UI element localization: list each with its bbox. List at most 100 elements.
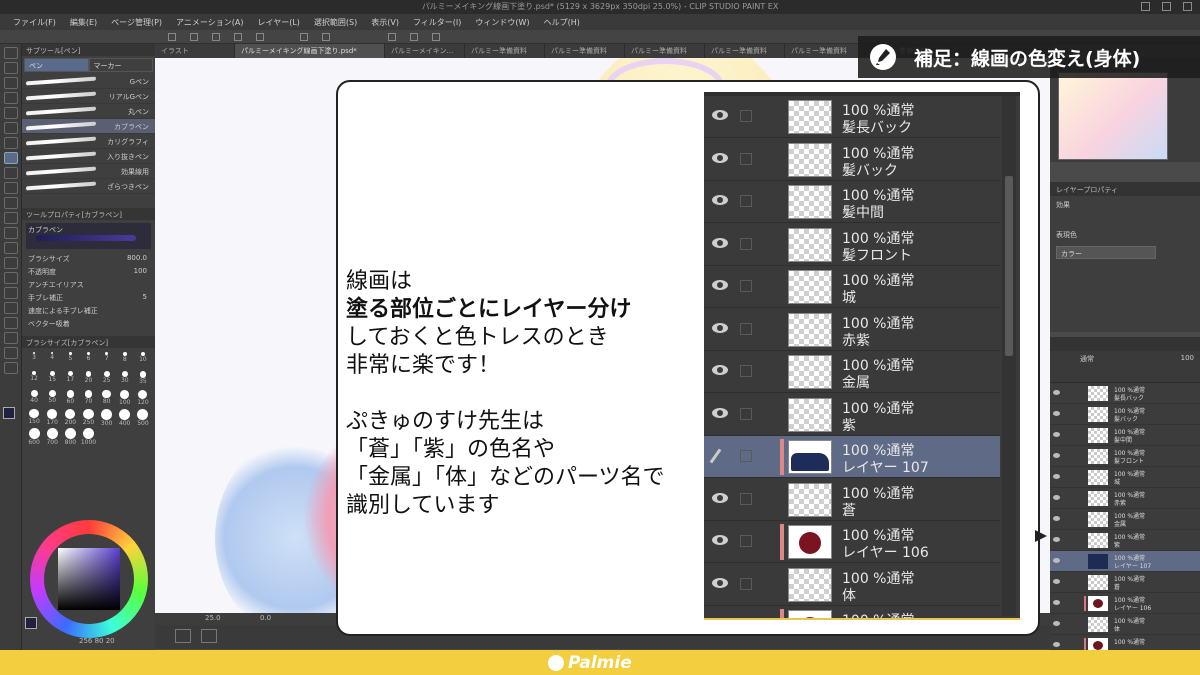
zoomed-layer-scrollbar[interactable] [1002,96,1016,616]
brush-size-preset[interactable]: 40 [26,390,42,407]
brush-size-preset[interactable]: 3 [26,352,42,369]
main-color-swatch[interactable] [3,407,15,419]
menu-item[interactable]: ページ管理(P) [104,14,169,30]
eye-icon[interactable] [1053,516,1060,521]
layer-opacity[interactable]: 100 [1181,354,1194,362]
tab-marker[interactable]: マーカー [88,58,153,72]
tool-property-row[interactable]: 手ブレ補正 5 [22,291,155,304]
brush-size-preset[interactable]: 700 [44,428,60,446]
zoom-tool-icon[interactable] [4,47,18,59]
pencil-tool-icon[interactable] [4,167,18,179]
eye-icon[interactable] [712,492,728,503]
blend-tool-icon[interactable] [4,242,18,254]
minimize-icon[interactable] [1141,2,1150,11]
brush-size-preset[interactable]: 15 [44,371,60,388]
blend-mode-select[interactable]: 通常 [1080,355,1094,363]
brush-size-preset[interactable]: 5 [62,352,78,369]
brush-size-preset[interactable]: 600 [26,428,42,446]
layer-row[interactable]: 100 %通常 髪長バック [704,96,1000,138]
brush-size-preset[interactable]: 4 [44,352,60,369]
brush-size-preset[interactable]: 30 [117,371,133,388]
menu-item[interactable]: レイヤー(L) [250,14,306,30]
layer-lock-box[interactable] [740,152,752,165]
navigator-thumbnail[interactable] [1058,72,1168,160]
tab-pen[interactable]: ペン [24,58,89,72]
layer-row[interactable]: 100 %通常 髪長バック [1050,383,1200,404]
scrollbar-thumb[interactable] [1005,176,1013,356]
pen-subtool-item[interactable]: 丸ペン [22,104,155,119]
brush-size-preset[interactable]: 70 [80,390,96,407]
document-tab[interactable]: パルミー準備資料 [625,44,705,58]
document-tab[interactable]: パルミーメイキン... [385,44,465,58]
brush-size-preset[interactable]: 17 [62,371,78,388]
layer-lock-box[interactable] [740,577,752,590]
menu-item[interactable]: ファイル(F) [6,14,63,30]
zoom-readout[interactable]: 25.0 [205,614,221,622]
brush-size-preset[interactable]: 500 [135,409,151,427]
brush-size-preset[interactable]: 20 [80,371,96,388]
pen-subtool-item[interactable]: Gペン [22,74,155,89]
text-tool-icon[interactable] [4,332,18,344]
eye-icon[interactable] [1053,579,1060,584]
eye-icon[interactable] [712,365,728,375]
layer-row[interactable]: 100 %通常 [1050,635,1200,650]
layer-lock-box[interactable] [740,322,752,335]
document-tab[interactable]: パルミー準備資料 [545,44,625,58]
eye-icon[interactable] [712,152,728,163]
pen-subtool-item[interactable]: ざらつきペン [22,179,155,194]
layer-lock-box[interactable] [740,407,752,420]
snap-special-ruler-icon[interactable] [410,33,418,41]
figure-tool-icon[interactable] [4,287,18,299]
undo-icon[interactable] [234,33,242,41]
current-color-swatch[interactable] [25,617,37,629]
eye-icon[interactable] [1053,474,1060,479]
layer-row[interactable]: 100 %通常紫 [704,394,1000,436]
eraser-tool-icon[interactable] [4,227,18,239]
brush-size-preset[interactable]: 7 [99,352,115,369]
redo-icon[interactable] [256,33,264,41]
brush-size-preset[interactable]: 800 [62,428,78,446]
balloon-tool-icon[interactable] [4,347,18,359]
eye-icon[interactable] [1053,495,1060,500]
layer-row[interactable]: 100 %通常 髪バック [1050,404,1200,425]
pen-tool-icon[interactable] [4,152,18,164]
layer-move-tool-icon[interactable] [4,92,18,104]
layer-lock-box[interactable] [740,195,752,207]
layer-row[interactable]: 100 %通常 赤紫 [704,309,1000,351]
brush-size-preset[interactable]: 6 [80,352,96,369]
brush-size-preset[interactable]: 60 [62,390,78,407]
eye-icon[interactable] [712,280,728,290]
crop-icon[interactable] [322,33,330,41]
tool-property-row[interactable]: アンチエイリアス [22,278,155,291]
airbrush-tool-icon[interactable] [4,197,18,209]
brush-size-preset[interactable]: 80 [99,390,115,407]
brush-size-preset[interactable]: 1000 [80,428,96,446]
layer-row[interactable]: 100 %通常 レイヤー 106 [704,521,1000,563]
document-tab[interactable]: パルミー準備資料 [465,44,545,58]
menu-item[interactable]: ウィンドウ(W) [468,14,536,30]
menu-item[interactable]: アニメーション(A) [169,14,250,30]
eye-icon[interactable] [712,407,728,418]
eye-icon[interactable] [712,237,728,248]
eye-icon[interactable] [1053,621,1060,626]
layer-icon[interactable] [201,629,217,643]
layer-lock-box[interactable] [740,450,752,462]
layer-lock-box[interactable] [740,237,752,250]
pen-subtool-item[interactable]: 入り抜きペン [22,149,155,164]
eye-icon[interactable] [1053,432,1060,437]
save-icon[interactable] [212,33,220,41]
new-file-icon[interactable] [168,33,176,41]
brush-tool-icon[interactable] [4,182,18,194]
eye-icon[interactable] [712,577,728,588]
timeline-icon[interactable] [175,629,191,643]
brush-size-preset[interactable]: 400 [117,409,133,427]
layer-row[interactable]: 100 %通常城 [704,266,1000,308]
frame-tool-icon[interactable] [4,302,18,314]
layer-row[interactable]: 100 %通常 髪フロント [1050,446,1200,467]
eye-icon[interactable] [1053,411,1060,416]
selection-tool-icon[interactable] [4,107,18,119]
layer-row[interactable]: 100 %通常体 [1050,614,1200,635]
brush-size-preset[interactable]: 250 [80,409,96,426]
eye-icon[interactable] [1053,642,1060,647]
layer-row[interactable]: 100 %通常城 [1050,467,1200,488]
